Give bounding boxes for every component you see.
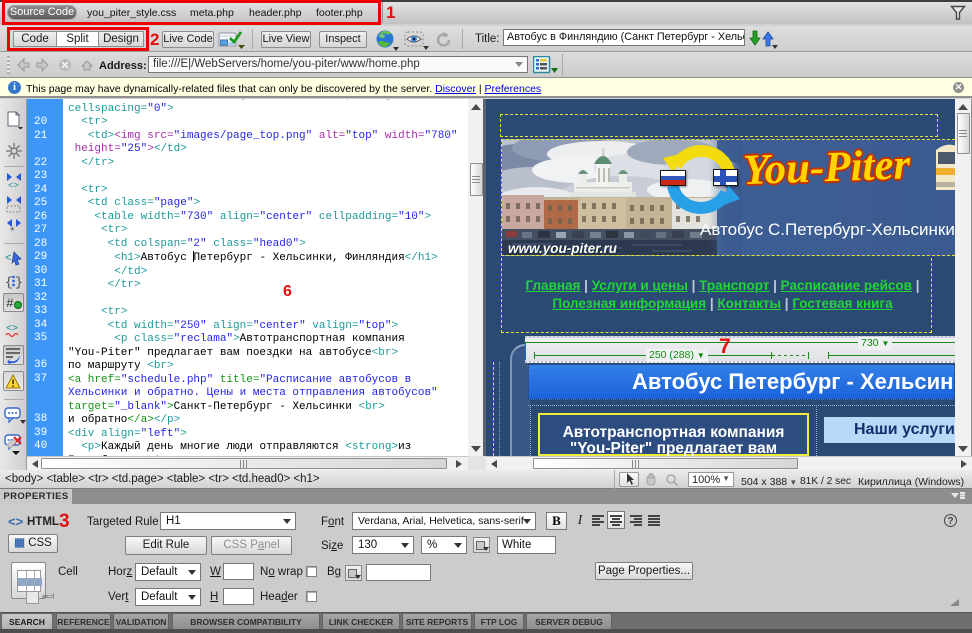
svg-text:}: }: [15, 275, 23, 290]
svg-text:<>: <>: [8, 181, 19, 189]
svg-text:<: <: [5, 253, 12, 265]
svg-text:#: #: [6, 296, 14, 311]
svg-text:*: *: [9, 227, 16, 236]
svg-text:{: {: [5, 275, 13, 290]
